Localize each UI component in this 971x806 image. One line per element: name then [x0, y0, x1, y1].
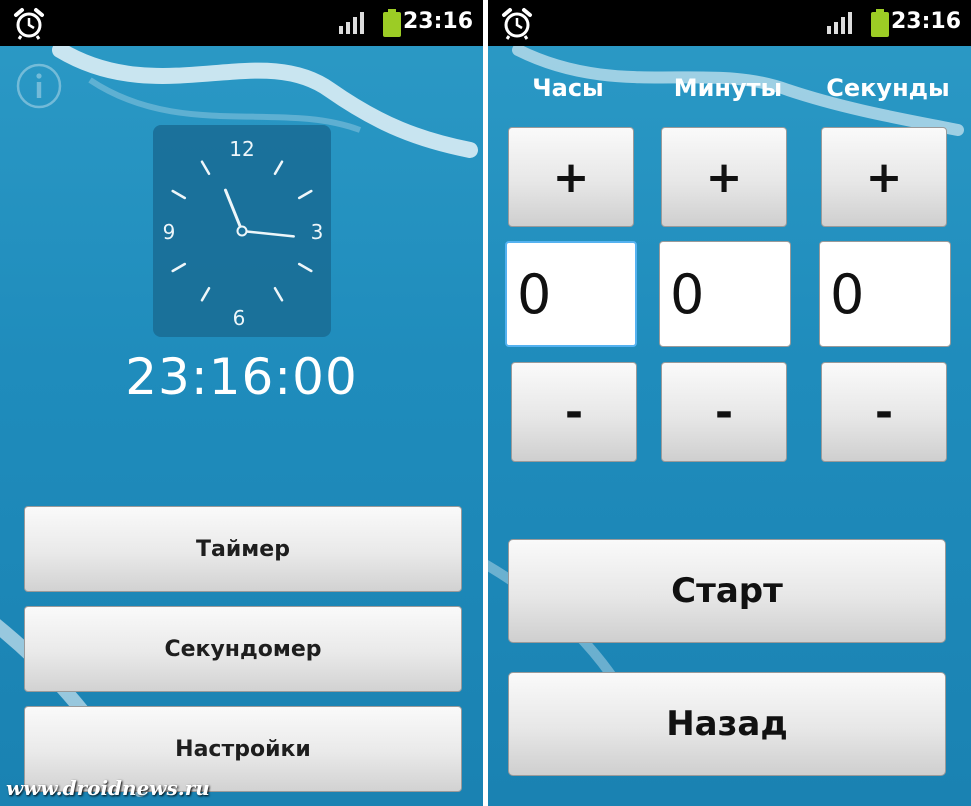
- signal-icon: [827, 12, 852, 34]
- status-bar: 23:16: [0, 0, 483, 46]
- clock-tick: [297, 262, 313, 273]
- digital-clock: 23:16:00: [125, 348, 358, 406]
- status-time: 23:16: [402, 9, 473, 34]
- seconds-minus-button[interactable]: -: [821, 362, 947, 462]
- minutes-plus-button[interactable]: +: [661, 127, 787, 227]
- hours-plus-button[interactable]: +: [508, 127, 634, 227]
- seconds-label: Секунды: [826, 74, 950, 102]
- clock-numeral-12: 12: [229, 137, 254, 161]
- alarm-clock-icon: [502, 8, 532, 40]
- hour-hand: [224, 188, 244, 233]
- timer-button[interactable]: Таймер: [24, 506, 462, 592]
- minutes-input[interactable]: 0: [659, 241, 791, 347]
- stopwatch-button[interactable]: Секундомер: [24, 606, 462, 692]
- minutes-minus-button[interactable]: -: [661, 362, 787, 462]
- clock-tick: [171, 262, 187, 273]
- minutes-label: Минуты: [673, 74, 783, 102]
- clock-tick: [297, 189, 313, 200]
- battery-icon: [871, 9, 889, 37]
- back-button[interactable]: Назад: [508, 672, 946, 776]
- clock-tick: [200, 286, 211, 302]
- clock-tick: [171, 189, 187, 200]
- analog-clock: 12 3 6 9: [153, 125, 331, 337]
- watermark: www.droidnews.ru: [6, 776, 210, 800]
- minute-hand: [240, 229, 295, 238]
- clock-tick: [273, 160, 284, 176]
- hours-label: Часы: [532, 74, 604, 102]
- hours-minus-button[interactable]: -: [511, 362, 637, 462]
- hours-input[interactable]: 0: [505, 241, 637, 347]
- alarm-clock-icon: [14, 8, 44, 40]
- seconds-input[interactable]: 0: [819, 241, 951, 347]
- clock-center: [236, 225, 248, 237]
- clock-numeral-9: 9: [163, 220, 176, 244]
- timer-screen: 23:16 Часы Минуты Секунды + + + 0 0 0 - …: [488, 0, 971, 806]
- clock-numeral-6: 6: [233, 306, 246, 330]
- status-time: 23:16: [890, 9, 961, 34]
- battery-icon: [383, 9, 401, 37]
- seconds-plus-button[interactable]: +: [821, 127, 947, 227]
- info-icon[interactable]: [15, 62, 63, 110]
- start-button[interactable]: Старт: [508, 539, 946, 643]
- signal-icon: [339, 12, 364, 34]
- clock-tick: [200, 160, 211, 176]
- clock-tick: [273, 286, 284, 302]
- status-bar: 23:16: [488, 0, 971, 46]
- clock-numeral-3: 3: [311, 220, 324, 244]
- main-screen: 23:16 12 3 6 9 23:16:00 Таймер Секундоме…: [0, 0, 483, 806]
